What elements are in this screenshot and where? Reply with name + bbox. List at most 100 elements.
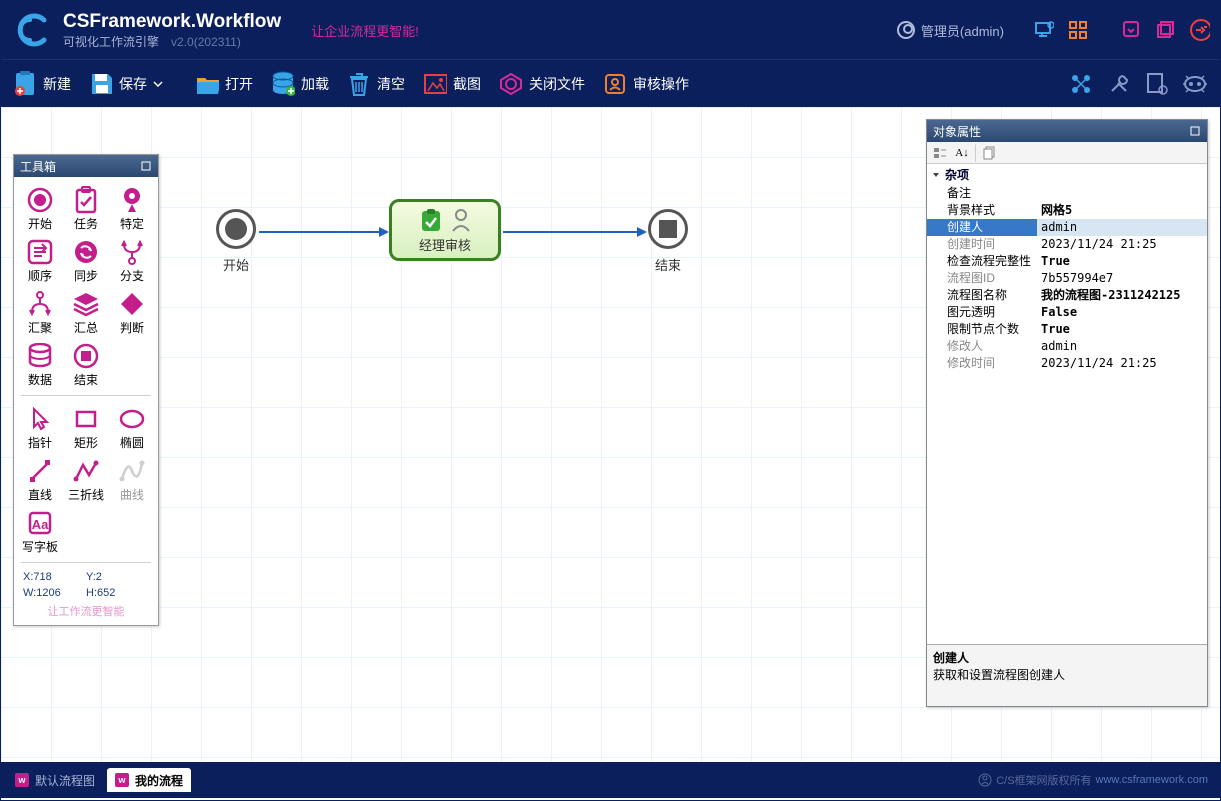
end-node[interactable]: 结束 [648, 209, 688, 274]
prop-row[interactable]: 创建时间2023/11/24 21:25 [927, 236, 1207, 253]
copyright-icon [978, 773, 992, 787]
props-pages-icon[interactable] [981, 144, 999, 162]
prop-key: 流程图名称 [927, 287, 1037, 304]
audit-icon [603, 72, 627, 96]
props-sep [975, 144, 977, 162]
prop-value: admin [1037, 219, 1207, 236]
props-sort-icon[interactable]: A↓ [953, 144, 971, 162]
chevron-down-icon [931, 170, 941, 180]
prop-row[interactable]: 图元透明False [927, 304, 1207, 321]
clipboard-check-icon [418, 207, 444, 233]
tool-polyline[interactable]: 三折线 [64, 454, 108, 506]
prop-value [1037, 185, 1207, 202]
monitor-icon[interactable] [1034, 20, 1054, 40]
toolbox-header[interactable]: 工具箱 [14, 155, 158, 177]
tool-summary[interactable]: 汇总 [64, 287, 108, 339]
workflow-canvas[interactable]: 开始 经理审核 结束 工具箱 [1, 107, 1220, 762]
maximize-icon[interactable] [1156, 20, 1176, 40]
props-categorize-icon[interactable] [931, 144, 949, 162]
toolbox-title: 工具箱 [20, 158, 56, 175]
app-title: CSFramework.Workflow [63, 11, 281, 33]
tools-icon[interactable] [1106, 71, 1132, 97]
props-help-text: 获取和设置流程图创建人 [933, 666, 1201, 683]
open-button[interactable]: 打开 [195, 72, 253, 96]
screenshot-button[interactable]: 截图 [423, 72, 481, 96]
start-node[interactable]: 开始 [216, 209, 256, 274]
grid-icon[interactable] [1068, 20, 1088, 40]
close-file-button[interactable]: 关闭文件 [499, 72, 585, 96]
chip-icon[interactable] [1182, 71, 1208, 97]
tool-textboard[interactable]: Aa写字板 [18, 506, 62, 558]
prop-value: 网格5 [1037, 202, 1207, 219]
toolbox-body: 开始 任务 特定 顺序 同步 分支 汇聚 汇总 判断 数据 结束 [14, 177, 158, 625]
nodes-tool-icon[interactable] [1068, 71, 1094, 97]
app-logo-icon [11, 9, 53, 51]
toolbox-slogan: 让工作流更智能 [17, 601, 155, 623]
save-button[interactable]: 保存 [89, 72, 163, 96]
tool-sequence[interactable]: 顺序 [18, 235, 62, 287]
user-info[interactable]: 管理员(admin) [897, 21, 1004, 40]
copyright-link[interactable]: www.csframework.com [1096, 774, 1208, 786]
props-header[interactable]: 对象属性 [927, 120, 1207, 142]
tool-branch[interactable]: 分支 [110, 235, 154, 287]
tool-pointer[interactable]: 指针 [18, 402, 62, 454]
prop-value: 7b557994e7 [1037, 270, 1207, 287]
prop-key: 修改时间 [927, 355, 1037, 372]
prop-key: 修改人 [927, 338, 1037, 355]
main-area: 开始 经理审核 结束 工具箱 [1, 107, 1220, 762]
minimize-icon[interactable] [1122, 20, 1142, 40]
new-button[interactable]: 新建 [13, 72, 71, 96]
prop-key: 检查流程完整性 [927, 253, 1037, 270]
tool-line[interactable]: 直线 [18, 454, 62, 506]
toolbox-panel: 工具箱 开始 任务 特定 顺序 同步 分支 汇聚 汇总 判断 [13, 154, 159, 626]
prop-row[interactable]: 流程图ID7b557994e7 [927, 270, 1207, 287]
tool-start[interactable]: 开始 [18, 183, 62, 235]
prop-row[interactable]: 限制节点个数True [927, 321, 1207, 338]
tool-specific[interactable]: 特定 [110, 183, 154, 235]
prop-row[interactable]: 修改人admin [927, 338, 1207, 355]
prop-row[interactable]: 创建人admin [927, 219, 1207, 236]
clear-button[interactable]: 清空 [347, 72, 405, 96]
tool-judge[interactable]: 判断 [110, 287, 154, 339]
folder-open-icon [195, 72, 219, 96]
coords-row1: X:718Y:2 [17, 569, 155, 585]
load-button[interactable]: 加载 [271, 72, 329, 96]
prop-row[interactable]: 修改时间2023/11/24 21:25 [927, 355, 1207, 372]
panel-pin-icon[interactable] [140, 160, 152, 172]
prop-row[interactable]: 备注 [927, 185, 1207, 202]
arrow-2[interactable] [503, 225, 647, 239]
tool-data[interactable]: 数据 [18, 339, 62, 391]
prop-row[interactable]: 流程图名称我的流程图-2311242125 [927, 287, 1207, 304]
main-toolbar: 新建 保存 打开 加载 清空 截图 关闭文件 审核操作 [1, 59, 1220, 107]
panel-pin-icon[interactable] [1189, 125, 1201, 137]
prop-value: 2023/11/24 21:25 [1037, 355, 1207, 372]
properties-panel: 对象属性 A↓ 杂项 备注背景样式网格5创建人admin创建时间2023/11/… [926, 119, 1208, 707]
tool-sync[interactable]: 同步 [64, 235, 108, 287]
tab-icon: w [115, 773, 129, 787]
tool-converge[interactable]: 汇聚 [18, 287, 62, 339]
props-category[interactable]: 杂项 [927, 164, 1207, 185]
app-header: CSFramework.Workflow 可视化工作流引擎v2.0(202311… [1, 1, 1220, 59]
prop-row[interactable]: 检查流程完整性True [927, 253, 1207, 270]
tool-curve[interactable]: 曲线 [110, 454, 154, 506]
tool-task[interactable]: 任务 [64, 183, 108, 235]
task-node-icons [418, 207, 472, 233]
exit-icon[interactable] [1190, 20, 1210, 40]
prop-value: True [1037, 253, 1207, 270]
tab-myflow[interactable]: w 我的流程 [107, 768, 191, 792]
chevron-down-icon [153, 81, 163, 87]
coords-row2: W:1206H:652 [17, 585, 155, 601]
props-title: 对象属性 [933, 123, 981, 140]
trash-icon [347, 72, 371, 96]
tab-default[interactable]: w 默认流程图 [7, 768, 103, 792]
prop-value: True [1037, 321, 1207, 338]
tool-rect[interactable]: 矩形 [64, 402, 108, 454]
doc-gear-icon[interactable] [1144, 71, 1170, 97]
task-node[interactable]: 经理审核 [389, 199, 501, 261]
prop-key: 流程图ID [927, 270, 1037, 287]
audit-button[interactable]: 审核操作 [603, 72, 689, 96]
arrow-1[interactable] [259, 225, 389, 239]
prop-row[interactable]: 背景样式网格5 [927, 202, 1207, 219]
tool-ellipse[interactable]: 椭圆 [110, 402, 154, 454]
tool-end[interactable]: 结束 [64, 339, 108, 391]
